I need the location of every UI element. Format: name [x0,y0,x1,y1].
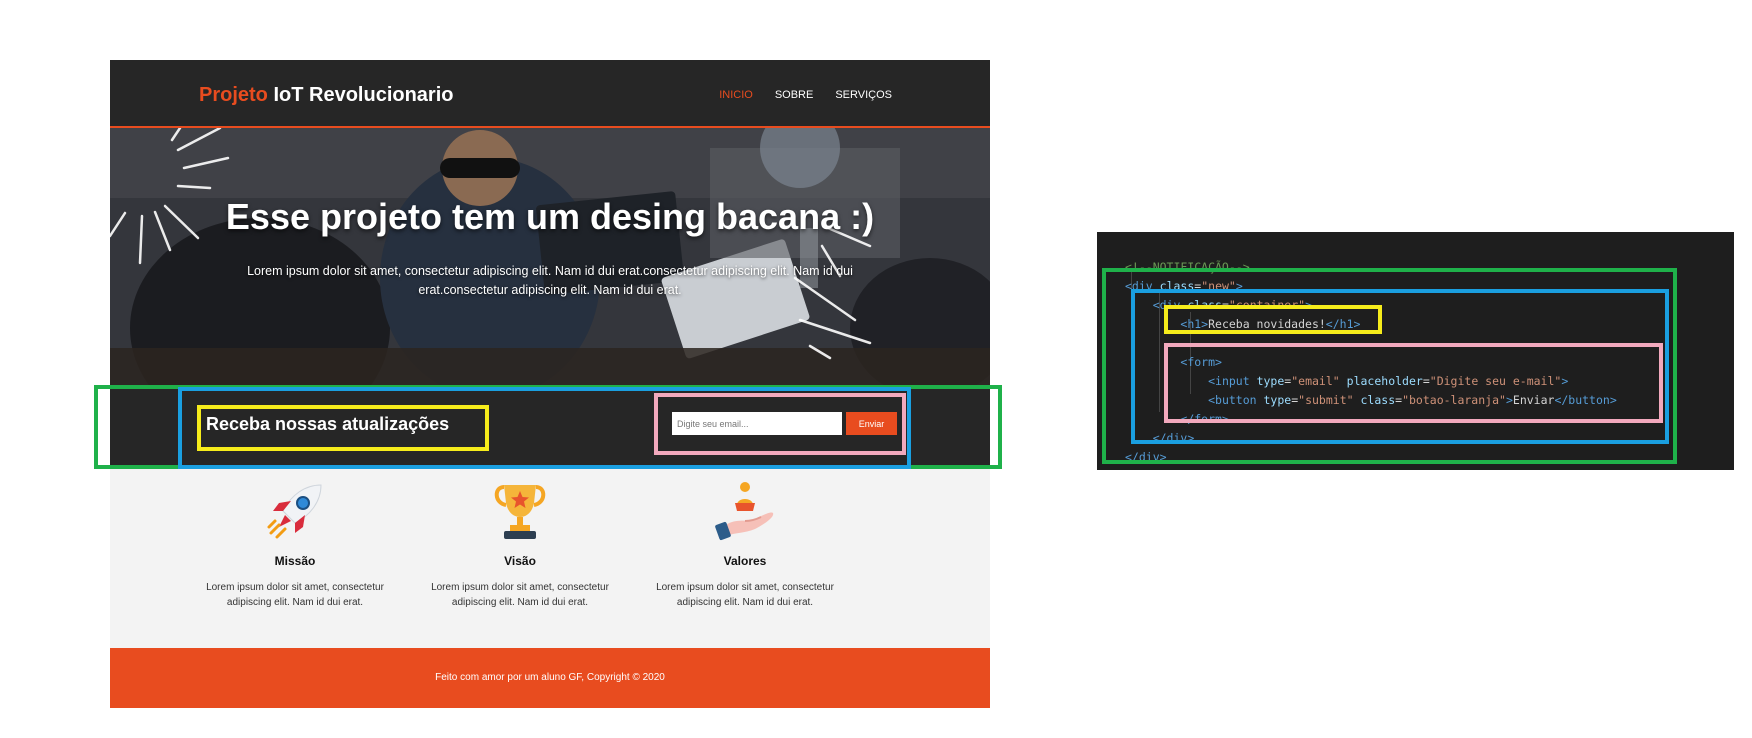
website-mockup: Projeto IoT Revolucionario INICIO SOBRE … [110,60,990,708]
feature-missao: Missão Lorem ipsum dolor sit amet, conse… [200,469,390,610]
code-h1-text: Receba novidades! [1208,317,1326,331]
feature-title: Valores [723,554,767,568]
code-button-class: botao-laranja [1409,393,1500,407]
hero-banner: Esse projeto tem um desing bacana :) Lor… [110,128,990,386]
nav-item-inicio[interactable]: INICIO [719,89,753,101]
code-button-type: submit [1305,393,1347,407]
feature-valores: Valores Lorem ipsum dolor sit amet, cons… [650,469,840,610]
nav-item-sobre[interactable]: SOBRE [775,89,814,101]
hand-person-icon [715,482,774,541]
feature-title: Missão [274,554,316,568]
features-section: Missão Lorem ipsum dolor sit amet, conse… [110,469,990,647]
feature-text: Lorem ipsum dolor sit amet, consectetur … [656,582,834,608]
newsletter-submit-button[interactable]: Enviar [846,412,897,435]
trophy-icon [494,485,546,539]
feature-text: Lorem ipsum dolor sit amet, consectetur … [206,582,384,608]
newsletter-email-input[interactable] [672,412,842,435]
brand-accent: Projeto [199,84,268,106]
code-editor-panel: <!--NOTIFICAÇÃO--> <div class="new"> <di… [1097,232,1734,470]
hero-background-image [110,128,990,386]
feature-text: Lorem ipsum dolor sit amet, consectetur … [431,582,609,608]
code-container-class: container [1235,298,1299,312]
code-outer-class: new [1208,279,1229,293]
newsletter-section: Receba nossas atualizações Enviar [110,386,990,469]
feature-visao: Visão Lorem ipsum dolor sit amet, consec… [425,469,615,610]
feature-title: Visão [504,554,536,568]
navbar: Projeto IoT Revolucionario INICIO SOBRE … [110,60,990,128]
nav-menu: INICIO SOBRE SERVIÇOS [719,89,892,101]
code-input-placeholder: Digite seu e-mail [1436,374,1555,388]
brand-logo[interactable]: Projeto IoT Revolucionario [199,84,453,107]
site-footer: Feito com amor por um aluno GF, Copyrigh… [110,648,990,708]
rocket-icon [267,484,322,539]
code-button-text: Enviar [1512,393,1555,407]
nav-item-servicos[interactable]: SERVIÇOS [835,89,892,101]
newsletter-title: Receba nossas atualizações [206,414,450,434]
code-input-type: email [1298,374,1333,388]
code-block: <!--NOTIFICAÇÃO--> <div class="new"> <di… [1125,260,1617,464]
hero-title: Esse projeto tem um desing bacana :) [225,196,875,237]
code-comment: <!--NOTIFICAÇÃO--> [1125,260,1250,274]
brand-rest: IoT Revolucionario [267,84,454,106]
hero-text: Lorem ipsum dolor sit amet, consectetur … [247,264,853,297]
screenshot-stage: Projeto IoT Revolucionario INICIO SOBRE … [0,0,1752,738]
